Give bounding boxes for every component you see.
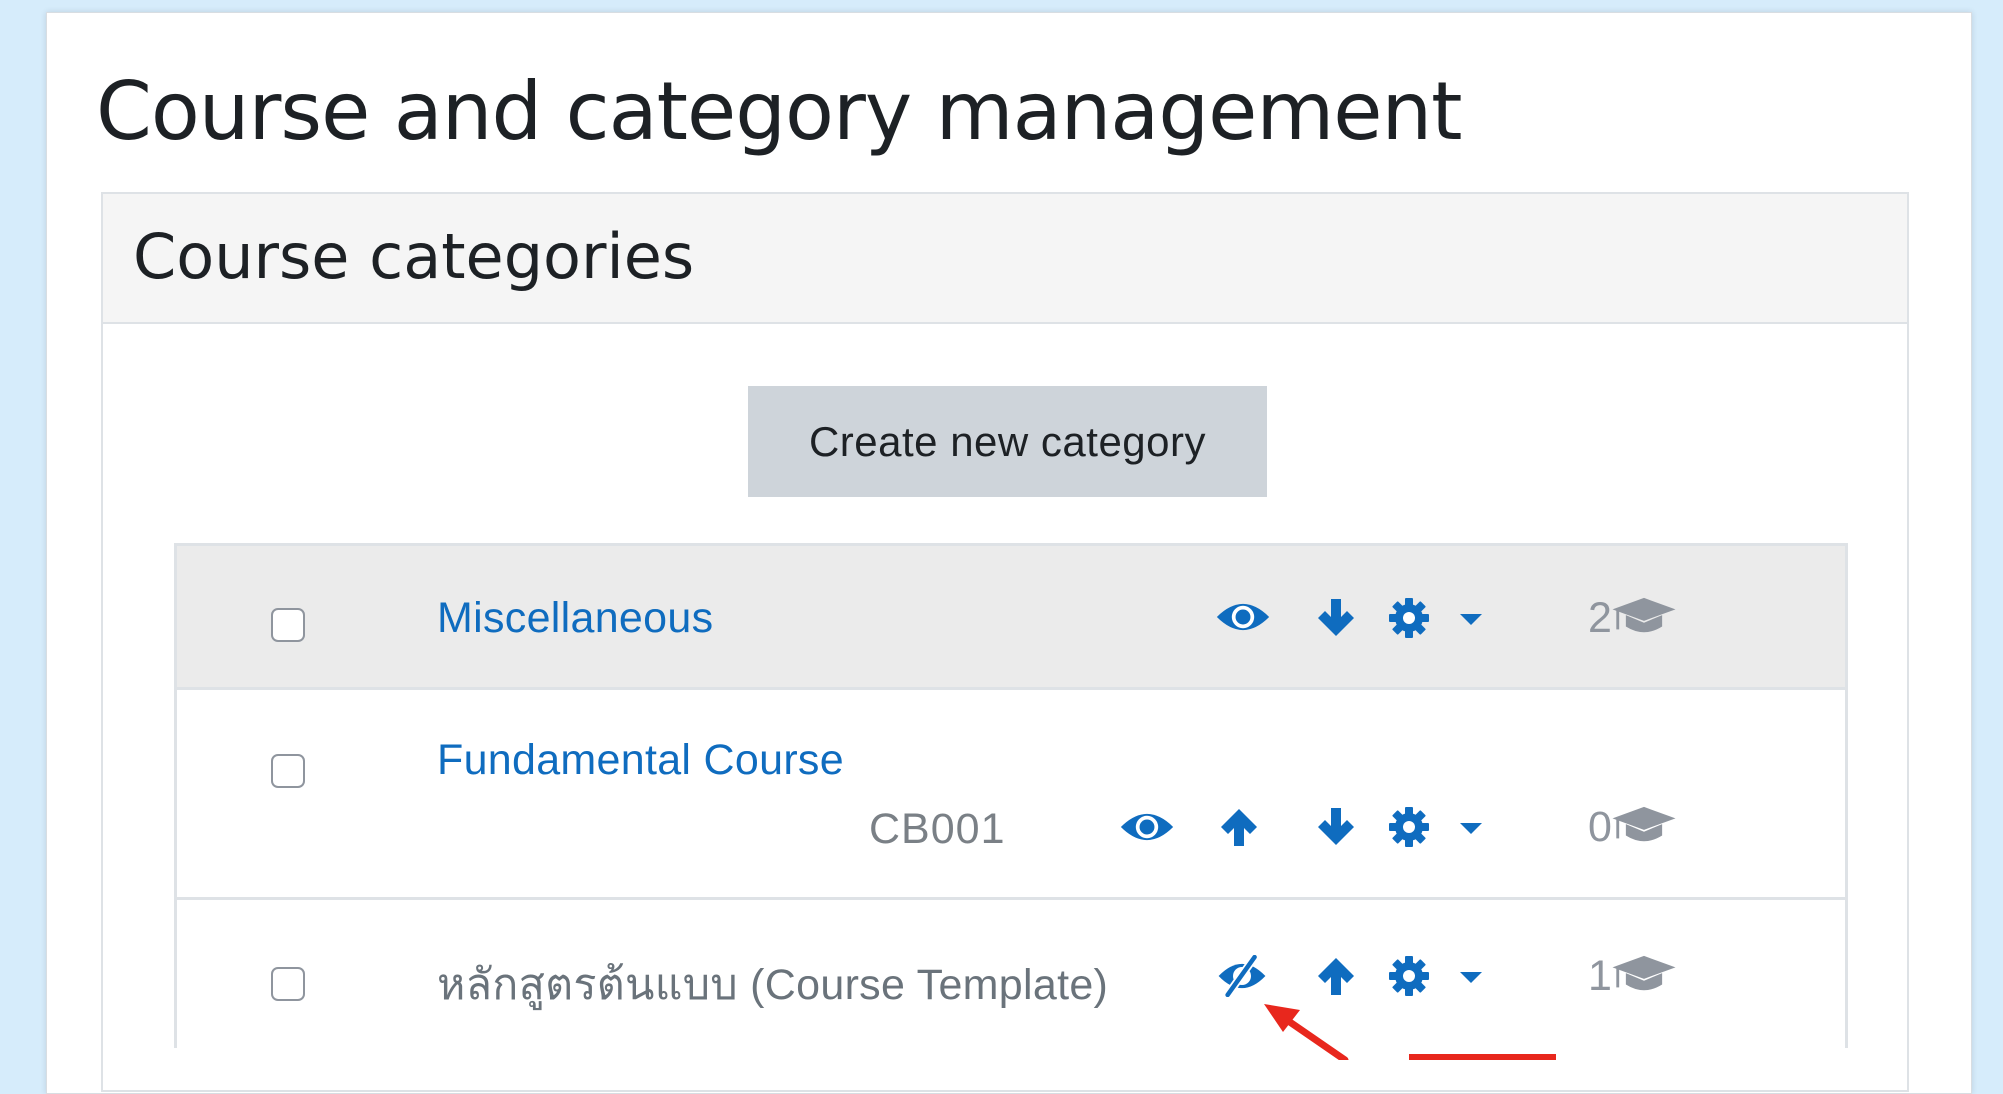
page-title: Course and category management [96,65,1463,158]
course-count: 2 [1588,594,1612,642]
select-checkbox[interactable] [271,754,305,788]
create-category-button[interactable]: Create new category [748,386,1267,497]
category-row-miscellaneous: Miscellaneous 2 [177,546,1845,690]
arrow-down-icon[interactable] [1314,805,1358,849]
arrow-up-icon[interactable] [1314,954,1358,998]
course-count: 0 [1588,803,1612,851]
gear-icon[interactable] [1387,954,1431,998]
graduation-cap-icon [1610,596,1678,638]
category-name-link[interactable]: Fundamental Course [437,736,844,785]
eye-slash-icon[interactable] [1215,955,1269,997]
course-count: 1 [1588,952,1612,1000]
gear-icon[interactable] [1387,596,1431,640]
caret-down-icon[interactable] [1459,612,1483,626]
eye-icon[interactable] [1215,598,1271,636]
gear-icon[interactable] [1387,805,1431,849]
graduation-cap-icon [1610,954,1678,996]
arrow-up-icon[interactable] [1217,805,1261,849]
select-checkbox[interactable] [271,608,305,642]
category-name-link[interactable]: Miscellaneous [437,594,713,643]
caret-down-icon[interactable] [1459,970,1483,984]
annotation-callout [1409,1054,1556,1060]
category-row-course-template: หลักสูตรต้นแบบ (Course Template) 1 [177,900,1845,1051]
category-list: Miscellaneous 2 Fundamental Course CB001… [174,543,1848,1051]
category-row-fundamental-course: Fundamental Course CB001 0 [177,690,1845,900]
panel-title: Course categories [133,220,695,293]
caret-down-icon[interactable] [1459,821,1483,835]
graduation-cap-icon [1610,805,1678,847]
arrow-down-icon[interactable] [1314,596,1358,640]
eye-icon[interactable] [1119,808,1175,846]
category-idnumber: CB001 [869,805,1006,853]
category-name-link[interactable]: หลักสูตรต้นแบบ (Course Template) [437,950,1108,1018]
select-checkbox[interactable] [271,967,305,1001]
panel-header: Course categories [103,194,1907,324]
